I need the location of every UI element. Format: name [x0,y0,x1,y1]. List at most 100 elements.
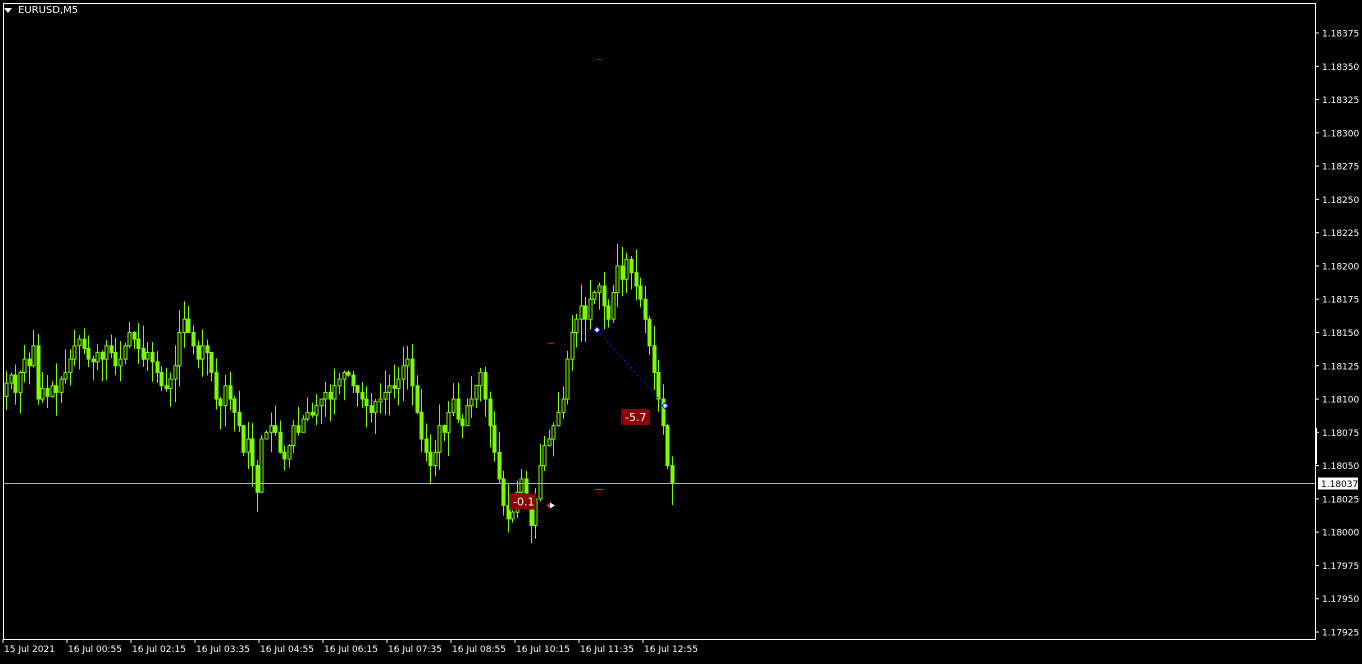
candle-body [91,358,96,363]
time-axis[interactable]: 15 Jul 2021 16 Jul 00:55 16 Jul 02:15 16 Ju… [2,639,698,655]
trade-profit-label: -5.7 [625,411,646,424]
candle-body [415,385,420,413]
candle-body [259,438,264,493]
candle-body [574,318,579,334]
price-tick-label: 1.18125 [1322,362,1359,372]
candle-body [13,374,18,393]
price-tick-label: 1.17950 [1322,595,1359,605]
trade-entry-diamond[interactable] [593,326,601,334]
candle-body [255,465,260,493]
time-tick-label: 16 Jul 12:55 [644,645,698,655]
triangle-down-icon[interactable] [4,7,12,13]
candle-body [510,511,515,520]
candle-body [45,387,50,397]
candle-body [602,285,607,307]
candle-body [565,358,570,400]
candle-body [54,385,59,393]
candle-body [337,378,342,387]
candle-body [136,338,141,349]
candle-body [410,358,415,387]
candle-body [168,378,173,389]
trade-markers[interactable]: -0.1 -5.7 [509,59,669,510]
candle-body [501,478,506,507]
candle-body [442,425,447,433]
candle-body [451,398,456,413]
candle-body [104,345,109,360]
candle-body [328,391,333,400]
price-tick-label: 1.18250 [1322,196,1359,206]
time-tick-label: 16 Jul 06:15 [324,645,378,655]
chart-window[interactable]: 1.18037 -0.1 -5.7 1.18375 1.18350 1.18325 1.… [0,0,1362,660]
candle-body [232,398,237,413]
candle-body [364,398,369,407]
candle-body [652,345,657,373]
candle-body [492,425,497,453]
trade-exit-arrow[interactable] [550,502,555,509]
candle-body [643,298,648,320]
candle-body [155,361,160,373]
candle-body [269,425,274,433]
candle-body [127,332,132,347]
symbol-title-text: EURUSD,M5 [18,4,79,16]
candle-body [355,385,360,393]
time-tick-label: 16 Jul 04:55 [260,645,314,655]
candle-body [488,398,493,427]
scroll-position-marker[interactable] [1315,428,1317,464]
candle-body [551,425,556,440]
candle-body [200,345,205,360]
chart-canvas[interactable]: 1.18037 -0.1-5.7 1.183751.183501.183251.… [0,0,1362,660]
candle-body [597,285,602,294]
price-tick-label: 1.17975 [1322,562,1359,572]
candle-body [214,371,219,400]
candle-body [291,425,296,447]
price-tick-label: 1.18000 [1322,529,1359,539]
candle-body [378,398,383,403]
candle-body [77,338,82,347]
candle-body [36,345,41,400]
candle-body [205,345,210,353]
candle-body [310,411,315,416]
price-axis[interactable]: 1.18375 1.18350 1.18325 1.18300 1.18275 1.182… [1315,30,1359,639]
time-tick-label: 16 Jul 03:35 [196,645,250,655]
time-tick-label: 16 Jul 02:15 [132,645,186,655]
candle-body [592,292,597,300]
trade-profit-label: -0.1 [513,496,534,509]
candle-body [264,431,269,440]
candle-body [4,382,9,397]
price-tick-label: 1.18350 [1322,63,1359,73]
candle-body [542,445,547,467]
candle-body [570,332,575,360]
candle-body [342,371,347,380]
candle-body [656,371,661,400]
candle-body [223,385,228,407]
candle-body [301,418,306,433]
candle-body [606,305,611,320]
candle-body [387,385,392,393]
candle-body [351,374,356,387]
candle-body [483,371,488,400]
candle-body [145,351,150,360]
time-tick-label: 16 Jul 07:35 [388,645,442,655]
candle-body [68,358,73,373]
candle-body [665,425,670,467]
price-tick-label: 1.18025 [1322,495,1359,505]
time-tick-label: 16 Jul 11:35 [580,645,634,655]
candle-body [22,358,27,373]
candle-body [9,374,14,384]
candle-body [670,465,675,484]
candle-body [583,305,588,320]
candle-body [474,385,479,400]
candle-body [634,272,639,287]
candle-body [246,438,251,453]
candle-body [424,438,429,453]
candle-body [588,298,593,320]
candle-body [63,371,68,380]
price-tick-label: 1.18325 [1322,96,1359,106]
candle-body [465,405,470,427]
candle-body [100,351,105,360]
price-tick-label: 1.18200 [1322,262,1359,272]
candle-body [478,371,483,387]
symbol-title[interactable]: EURUSD,M5 [4,3,78,17]
price-tick-label: 1.18150 [1322,329,1359,339]
candle-body [296,425,301,433]
